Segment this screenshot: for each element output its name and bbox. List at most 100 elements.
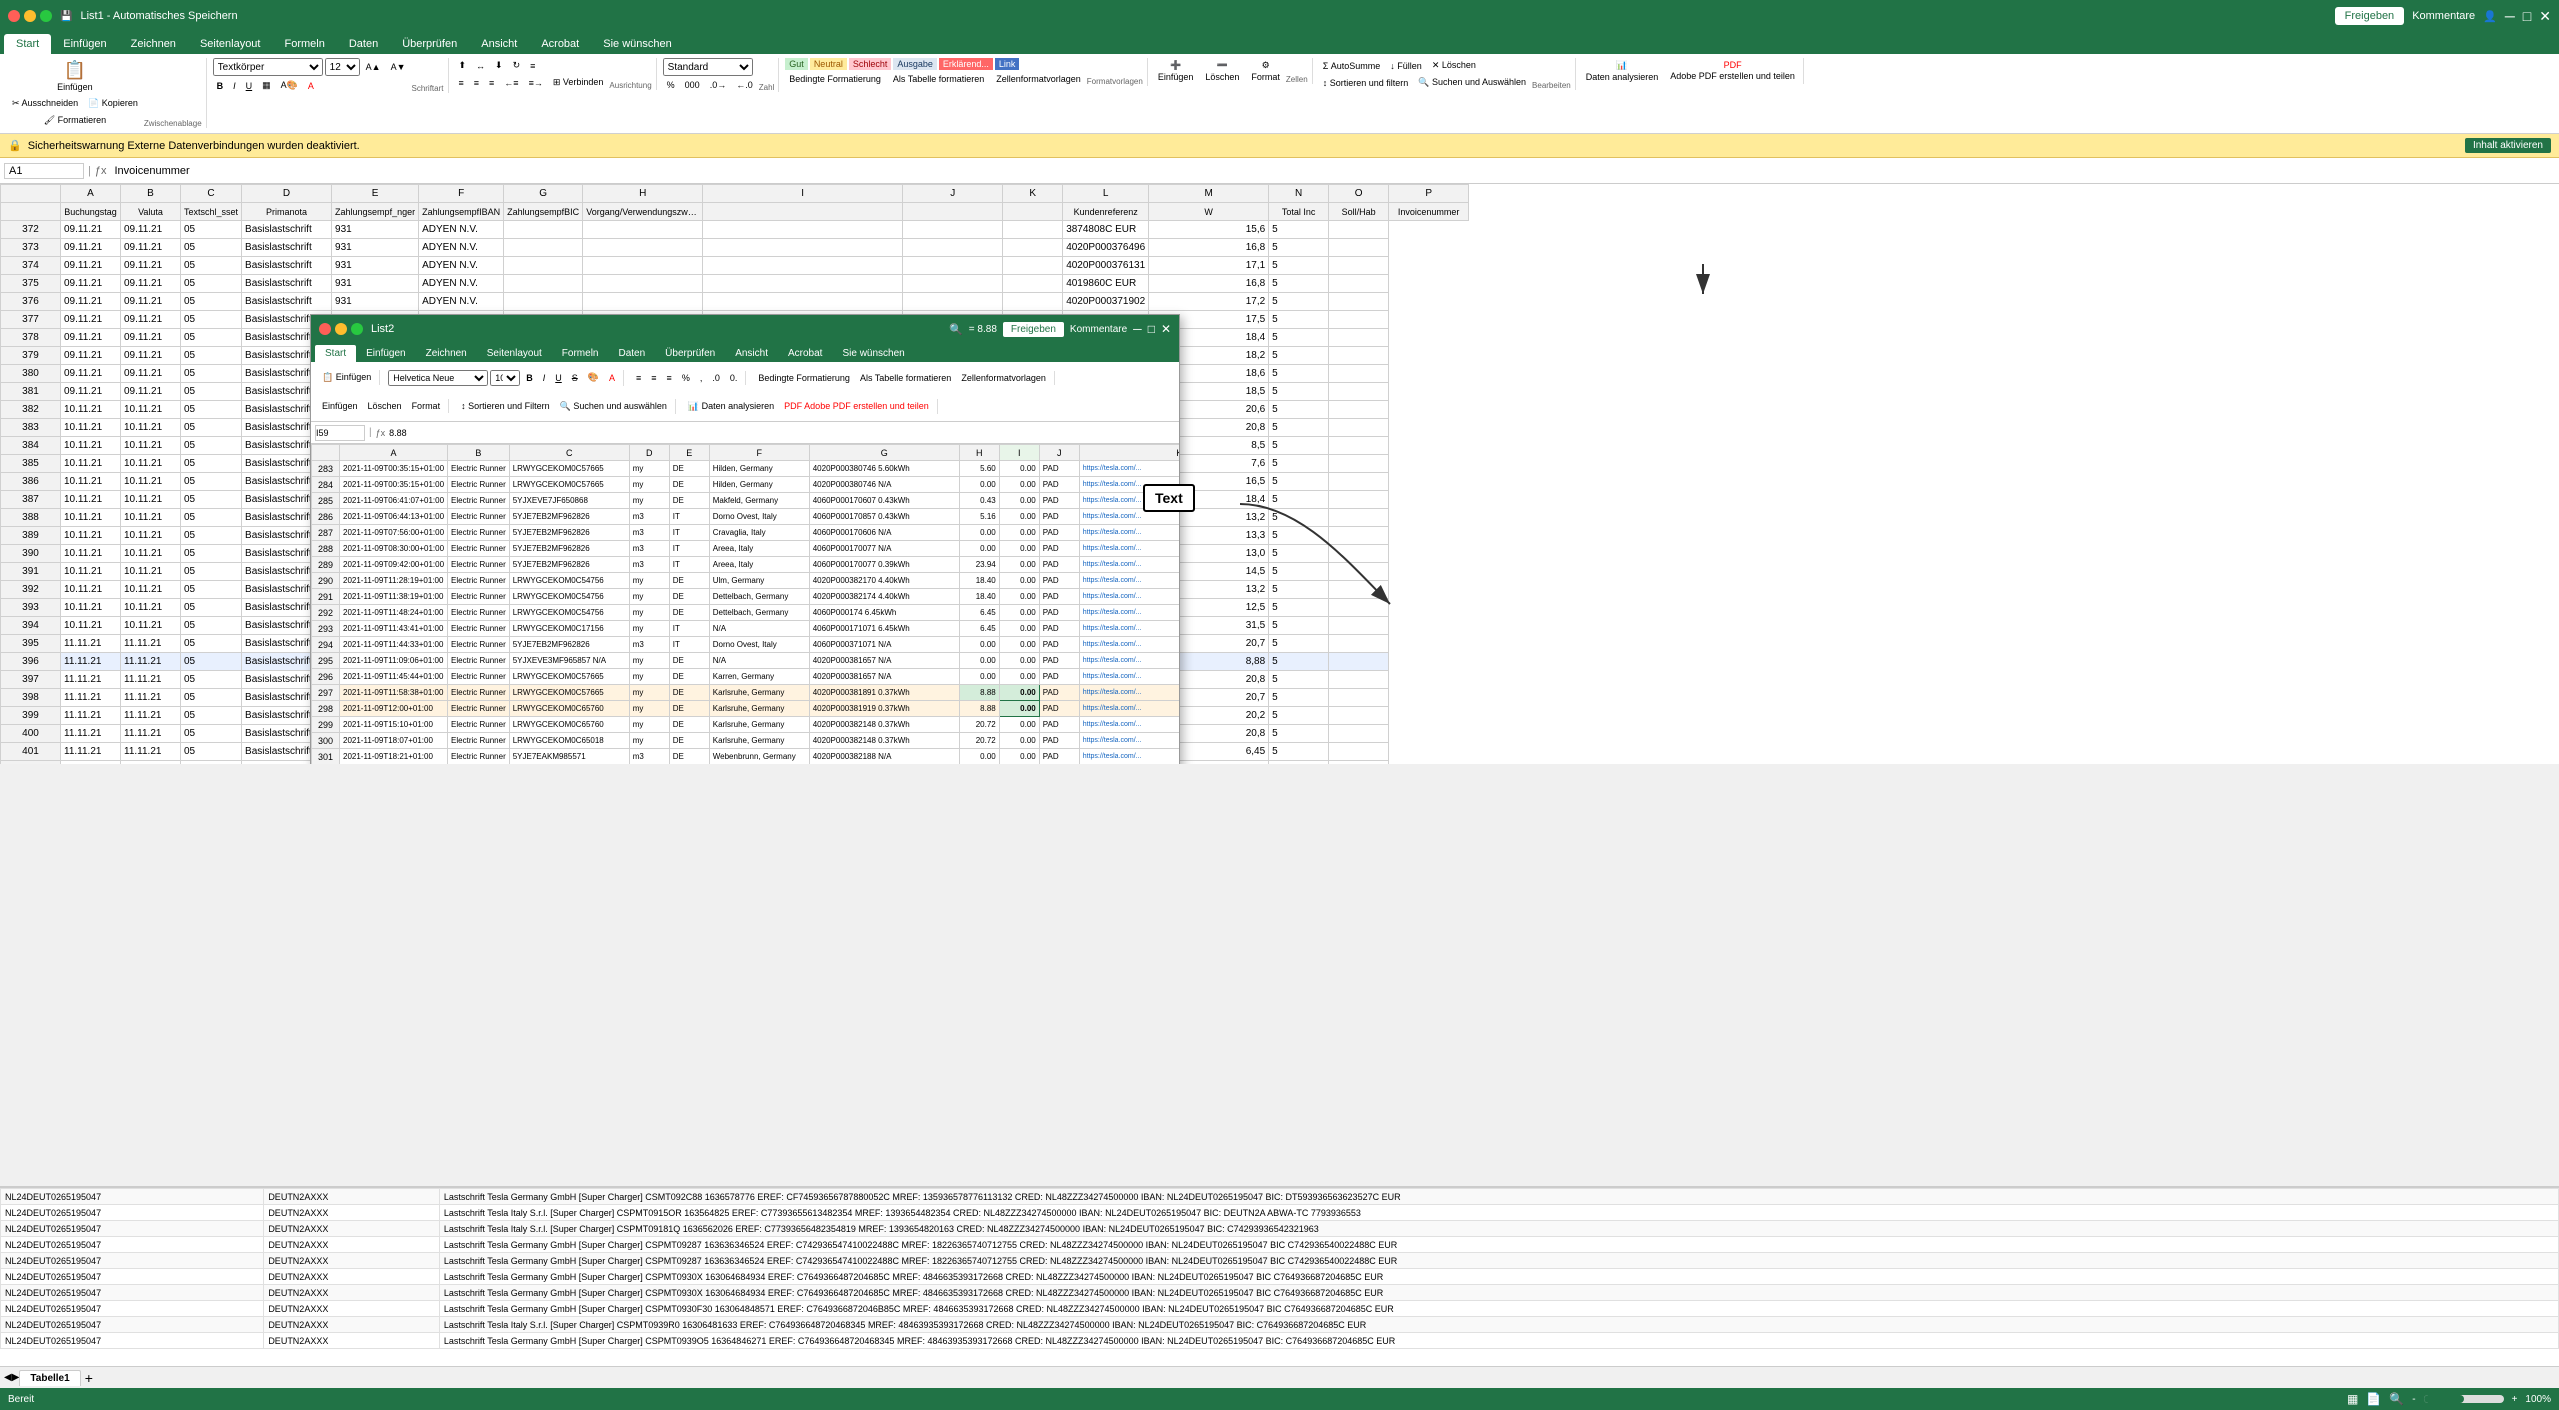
overlay-cell-kwh[interactable]: 20.72 <box>959 733 999 749</box>
bottom-col1[interactable]: NL24DEUT0265195047 <box>1 1333 264 1349</box>
overlay-cell-amount[interactable]: 0.00 <box>999 621 1039 637</box>
cell-invoice-ref[interactable]: 3874808C EUR <box>1063 221 1149 239</box>
cell-extra[interactable] <box>1329 653 1389 671</box>
overlay-cell-country[interactable]: DE <box>669 749 709 765</box>
overlay-cell-vin[interactable]: LRWYGCEKOM0C57665 <box>509 461 629 477</box>
cell-basislast[interactable]: Basislastschrift <box>242 257 332 275</box>
tab-daten[interactable]: Daten <box>337 34 390 54</box>
overlay-cell-link[interactable]: https://tesla.com/... <box>1079 621 1179 637</box>
kopieren-button[interactable]: 📄 Kopieren <box>84 96 142 111</box>
overlay-col-B[interactable]: B <box>448 445 510 461</box>
overlay-cell-brand[interactable]: Electric Runner <box>448 653 510 669</box>
minimize-win-button[interactable]: ─ <box>2505 8 2515 24</box>
overlay-sort-button[interactable]: ↕ Sortieren und Filtern <box>457 399 554 413</box>
cell-valuta[interactable]: 09.11.21 <box>121 347 181 365</box>
cell-date[interactable]: 11.11.21 <box>61 743 121 761</box>
overlay-table-format[interactable]: Als Tabelle formatieren <box>856 371 955 385</box>
overlay-cell-status[interactable]: PAD <box>1039 733 1079 749</box>
bottom-col1[interactable]: NL24DEUT0265195047 <box>1 1285 264 1301</box>
overlay-cell-vin[interactable]: 5YJE7EB2MF962826 <box>509 557 629 573</box>
cell-valuta[interactable]: 09.11.21 <box>121 257 181 275</box>
overlay-cell-date[interactable]: 2021-11-09T11:09:06+01:00 <box>340 653 448 669</box>
cell-textschl[interactable]: 05 <box>181 563 242 581</box>
cell-textschl[interactable]: 05 <box>181 365 242 383</box>
cell-n[interactable]: 5 <box>1269 275 1329 293</box>
overlay-cell-invoice[interactable]: 4020P000382170 4.40kWh <box>809 573 959 589</box>
cell-date[interactable]: 10.11.21 <box>61 581 121 599</box>
overlay-cell-country[interactable]: DE <box>669 605 709 621</box>
overlay-cell-type[interactable]: my <box>629 701 669 717</box>
overlay-cell-link[interactable]: https://tesla.com/... <box>1079 749 1179 765</box>
col-header-O[interactable]: O <box>1329 185 1389 203</box>
overlay-cell-amount[interactable]: 0.00 <box>999 605 1039 621</box>
bottom-col2[interactable]: DEUTN2AXXX <box>264 1237 440 1253</box>
cell-g[interactable] <box>504 257 583 275</box>
overlay-cell-country[interactable]: DE <box>669 589 709 605</box>
overlay-cell-location[interactable]: Areea, Italy <box>709 557 809 573</box>
cell-textschl[interactable]: 05 <box>181 599 242 617</box>
overlay-cell-country[interactable]: DE <box>669 717 709 733</box>
overlay-cell-country[interactable]: IT <box>669 525 709 541</box>
overlay-cell-country[interactable]: DE <box>669 493 709 509</box>
overlay-cell-brand[interactable]: Electric Runner <box>448 669 510 685</box>
overlay-cell-kwh[interactable]: 18.40 <box>959 573 999 589</box>
cell-extra[interactable] <box>1329 689 1389 707</box>
close-win-button[interactable]: ✕ <box>2539 8 2551 25</box>
restore-win-button[interactable]: □ <box>2523 8 2531 24</box>
cell-date[interactable]: 10.11.21 <box>61 437 121 455</box>
overlay-tab-ansicht[interactable]: Ansicht <box>725 345 778 362</box>
cell-textschl[interactable]: 05 <box>181 761 242 765</box>
cell-amount[interactable]: 17,1 <box>1149 257 1269 275</box>
overlay-cell-invoice[interactable]: 4020P000382188 N/A <box>809 749 959 765</box>
overlay-cell-date[interactable]: 2021-11-09T11:58:38+01:00 <box>340 685 448 701</box>
cell-valuta[interactable]: 11.11.21 <box>121 725 181 743</box>
overlay-italic[interactable]: I <box>539 371 550 385</box>
overlay-cell-type[interactable]: m3 <box>629 637 669 653</box>
maximize-button[interactable] <box>40 10 52 22</box>
cell-extra[interactable] <box>1329 599 1389 617</box>
bottom-col2[interactable]: DEUTN2AXXX <box>264 1221 440 1237</box>
overlay-cell-status[interactable]: PAD <box>1039 637 1079 653</box>
overlay-cell-amount[interactable]: 0.00 <box>999 509 1039 525</box>
cell-invoice-ref[interactable]: 4020P000371902 <box>1063 293 1149 311</box>
overlay-adobe-button[interactable]: PDF Adobe PDF erstellen und teilen <box>780 399 933 413</box>
cell-valuta[interactable]: 09.11.21 <box>121 293 181 311</box>
font-decrease-button[interactable]: A▼ <box>387 60 410 74</box>
overlay-cell-country[interactable]: DE <box>669 573 709 589</box>
cell-n[interactable]: 5 <box>1269 401 1329 419</box>
cell-extra[interactable] <box>1329 743 1389 761</box>
overlay-cell-status[interactable]: PAD <box>1039 461 1079 477</box>
overlay-cell-brand[interactable]: Electric Runner <box>448 525 510 541</box>
cell-extra[interactable] <box>1329 509 1389 527</box>
overlay-cell-status[interactable]: PAD <box>1039 525 1079 541</box>
overlay-cell-vin[interactable]: 5YJE7EAKM985571 <box>509 749 629 765</box>
col-header-K[interactable]: K <box>1003 185 1063 203</box>
cell-extra[interactable] <box>1329 401 1389 419</box>
cell-valuta[interactable]: 11.11.21 <box>121 689 181 707</box>
cell-date[interactable]: 10.11.21 <box>61 509 121 527</box>
overlay-cell-location[interactable]: Karren, Germany <box>709 669 809 685</box>
overlay-cell-brand[interactable]: Electric Runner <box>448 573 510 589</box>
cell-extra[interactable] <box>1329 257 1389 275</box>
overlay-cell-invoice[interactable]: 4060P000371071 N/A <box>809 637 959 653</box>
bottom-col2[interactable]: DEUTN2AXXX <box>264 1317 440 1333</box>
overlay-tab-zeichnen[interactable]: Zeichnen <box>416 345 477 362</box>
overlay-cell-type[interactable]: my <box>629 461 669 477</box>
overlay-cell-amount[interactable]: 0.00 <box>999 461 1039 477</box>
overlay-cell-date[interactable]: 2021-11-09T11:38:19+01:00 <box>340 589 448 605</box>
overlay-cell-country[interactable]: DE <box>669 669 709 685</box>
overlay-cell-type[interactable]: m3 <box>629 541 669 557</box>
cell-valuta[interactable]: 09.11.21 <box>121 239 181 257</box>
font-color-button[interactable]: A <box>304 79 318 93</box>
overlay-cell-amount[interactable]: 0.00 <box>999 589 1039 605</box>
cell-date[interactable]: 09.11.21 <box>61 383 121 401</box>
overlay-col-J[interactable]: J <box>1039 445 1079 461</box>
overlay-cell-amount[interactable]: 0.00 <box>999 749 1039 765</box>
bottom-col2[interactable]: DEUTN2AXXX <box>264 1189 440 1205</box>
overlay-cell-location[interactable]: Webenbrunn, Germany <box>709 749 809 765</box>
overlay-cell-vin[interactable]: LRWYGCEKOM0C54756 <box>509 605 629 621</box>
conditional-format-button[interactable]: Bedingte Formatierung <box>785 72 885 86</box>
overlay-cell-status[interactable]: PAD <box>1039 717 1079 733</box>
cell-valuta[interactable]: 10.11.21 <box>121 509 181 527</box>
cell-n[interactable]: 5 <box>1269 329 1329 347</box>
